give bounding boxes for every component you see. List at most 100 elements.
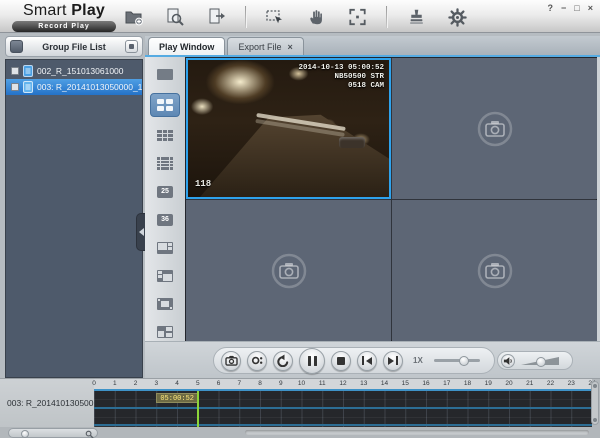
scroll-up-icon[interactable] [593, 384, 597, 388]
file-row[interactable]: 003: R_20141013050000_1 [6, 79, 142, 95]
timeline-ruler[interactable]: 0123456789101112131415161718192021222324 [94, 379, 592, 389]
osd-location: NB50500 STR [298, 73, 384, 82]
tab-bar: Play Window Export File × [145, 36, 600, 57]
file-icon [23, 65, 33, 77]
settings-gear-icon [448, 8, 467, 27]
layout-9-button[interactable] [152, 126, 178, 145]
file-label: 002_R_151013061000 [37, 66, 124, 76]
timeline-playhead[interactable] [197, 391, 199, 427]
timeline-hour-label: 9 [279, 380, 283, 387]
grid-4-icon [157, 99, 173, 111]
timeline-hour-label: 17 [443, 380, 450, 387]
layout-mix3-button[interactable] [152, 294, 178, 313]
prev-frame-button[interactable] [357, 351, 377, 371]
volume-slider-knob[interactable] [536, 357, 546, 367]
video-pane-2[interactable] [392, 58, 597, 199]
timeline-horizontal-scrollbar[interactable] [245, 430, 589, 435]
help-button[interactable]: ? [548, 3, 554, 13]
watermark-stamp-button[interactable] [404, 5, 428, 29]
reverse-play-button[interactable] [273, 351, 293, 371]
list-options-button[interactable] [125, 40, 138, 53]
sync-play-button[interactable] [247, 351, 267, 371]
watermark-stamp-icon [407, 8, 426, 26]
timeline-track[interactable]: 05:00:52 [94, 389, 592, 427]
minimize-button[interactable]: − [561, 3, 566, 13]
scroll-down-icon[interactable] [593, 418, 597, 422]
timeline-vertical-scrollbar[interactable] [591, 381, 599, 425]
layout-4-button[interactable] [150, 93, 180, 117]
stop-icon [337, 357, 345, 365]
snapshot-button[interactable] [221, 351, 241, 371]
timeline-hour-label: 10 [298, 380, 305, 387]
maximize-button[interactable]: □ [574, 3, 579, 13]
tab-close-icon[interactable]: × [287, 42, 292, 52]
file-checkbox[interactable] [11, 67, 19, 75]
tab-export-file-label: Export File [238, 42, 281, 52]
timeline-bottom-bar [0, 427, 600, 438]
grid-mix3-icon [157, 298, 173, 310]
search-file-button[interactable] [163, 5, 187, 29]
tab-play-window[interactable]: Play Window [148, 37, 225, 55]
timeline-hour-label: 21 [526, 380, 533, 387]
play-window-content: 25 36 2014-10-13 05:00:52 NB50500 [145, 57, 600, 378]
mute-button[interactable] [501, 354, 515, 368]
open-file-icon [124, 8, 144, 26]
app-title-smart: Smart [23, 2, 67, 19]
export-file-button[interactable] [204, 5, 228, 29]
timeline-hour-label: 6 [217, 380, 221, 387]
timeline-hour-label: 11 [319, 380, 326, 387]
layout-1-button[interactable] [152, 65, 178, 84]
file-label: 003: R_20141013050000_1 [37, 82, 142, 92]
close-button[interactable]: × [588, 3, 593, 13]
export-file-icon [206, 8, 226, 26]
layout-strip: 25 36 [145, 57, 185, 341]
grid-36-icon: 36 [157, 214, 173, 226]
camera-placeholder-icon [266, 248, 312, 294]
grid-9-icon [157, 130, 173, 142]
playback-controls: 1X [213, 347, 495, 374]
stop-button[interactable] [331, 351, 351, 371]
fullscreen-button[interactable] [345, 5, 369, 29]
grid-mix2-icon [157, 270, 173, 282]
settings-button[interactable] [445, 5, 469, 29]
pan-hand-button[interactable] [304, 5, 328, 29]
record-play-badge: Record Play [12, 21, 116, 32]
timeline-zoom-knob[interactable] [21, 430, 29, 438]
layout-mix1-button[interactable] [152, 238, 178, 257]
video-pane-1[interactable]: 2014-10-13 05:00:52 NB50500 STR 0518 CAM… [186, 58, 391, 199]
magnifier-icon [85, 430, 94, 438]
layout-mix4-button[interactable] [152, 322, 178, 341]
tab-export-file[interactable]: Export File × [227, 37, 303, 55]
next-frame-button[interactable] [383, 351, 403, 371]
layout-36-button[interactable]: 36 [152, 210, 178, 229]
open-file-button[interactable] [122, 5, 146, 29]
timeline-hour-label: 7 [237, 380, 241, 387]
region-select-button[interactable] [263, 5, 287, 29]
timeline-hour-label: 13 [360, 380, 367, 387]
speed-slider-knob[interactable] [459, 356, 469, 366]
timeline-time-badge: 05:00:52 [156, 393, 198, 403]
speed-slider[interactable] [434, 359, 480, 362]
sidebar-collapse-handle[interactable] [136, 213, 145, 251]
timeline-file-label: 003: R_201410130500 [0, 379, 94, 427]
timeline-hour-label: 5 [196, 380, 200, 387]
app-title: Smart Play [12, 2, 116, 20]
playback-bar: 1X [145, 341, 600, 378]
file-row[interactable]: 002_R_151013061000 [6, 63, 142, 79]
app-logo: Smart Play Record Play [12, 2, 116, 32]
group-file-list-header: Group File List [5, 36, 143, 57]
prev-frame-icon [362, 356, 372, 365]
video-pane-4[interactable] [392, 200, 597, 341]
video-grid: 2014-10-13 05:00:52 NB50500 STR 0518 CAM… [185, 57, 597, 341]
file-checkbox[interactable] [11, 83, 19, 91]
camera-placeholder-icon [472, 106, 518, 152]
timeline-zoom-slider[interactable] [8, 428, 98, 438]
video-osd: 2014-10-13 05:00:52 NB50500 STR 0518 CAM [298, 64, 384, 91]
layout-mix2-button[interactable] [152, 266, 178, 285]
pause-button[interactable] [299, 348, 325, 374]
timeline-hour-label: 22 [547, 380, 554, 387]
sync-play-icon [251, 355, 264, 366]
layout-16-button[interactable] [152, 154, 178, 173]
layout-25-button[interactable]: 25 [152, 182, 178, 201]
video-pane-3[interactable] [186, 200, 391, 341]
